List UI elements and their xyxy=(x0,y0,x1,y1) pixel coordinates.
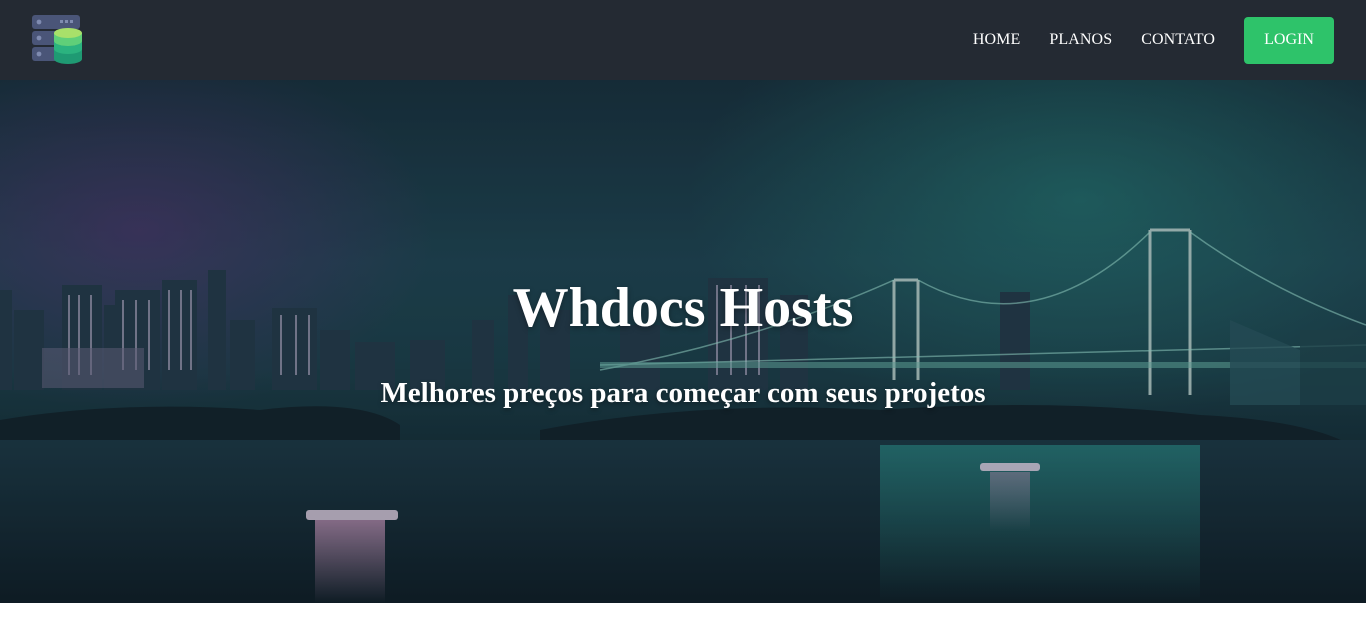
hero-subtitle: Melhores preços para começar com seus pr… xyxy=(380,377,986,409)
hero-overlay xyxy=(0,80,1366,603)
server-database-icon xyxy=(32,15,82,64)
hero-section: Whdocs Hosts Melhores preços para começa… xyxy=(0,80,1366,603)
navbar: HOME PLANOS CONTATO LOGIN xyxy=(0,0,1366,80)
main-nav: HOME PLANOS CONTATO LOGIN xyxy=(973,16,1334,64)
nav-planos-link[interactable]: PLANOS xyxy=(1049,31,1112,49)
login-button[interactable]: LOGIN xyxy=(1244,16,1334,64)
nav-home-link[interactable]: HOME xyxy=(973,31,1021,49)
logo[interactable] xyxy=(32,15,84,65)
nav-contato-link[interactable]: CONTATO xyxy=(1141,31,1215,49)
hero-title: Whdocs Hosts xyxy=(512,277,854,339)
